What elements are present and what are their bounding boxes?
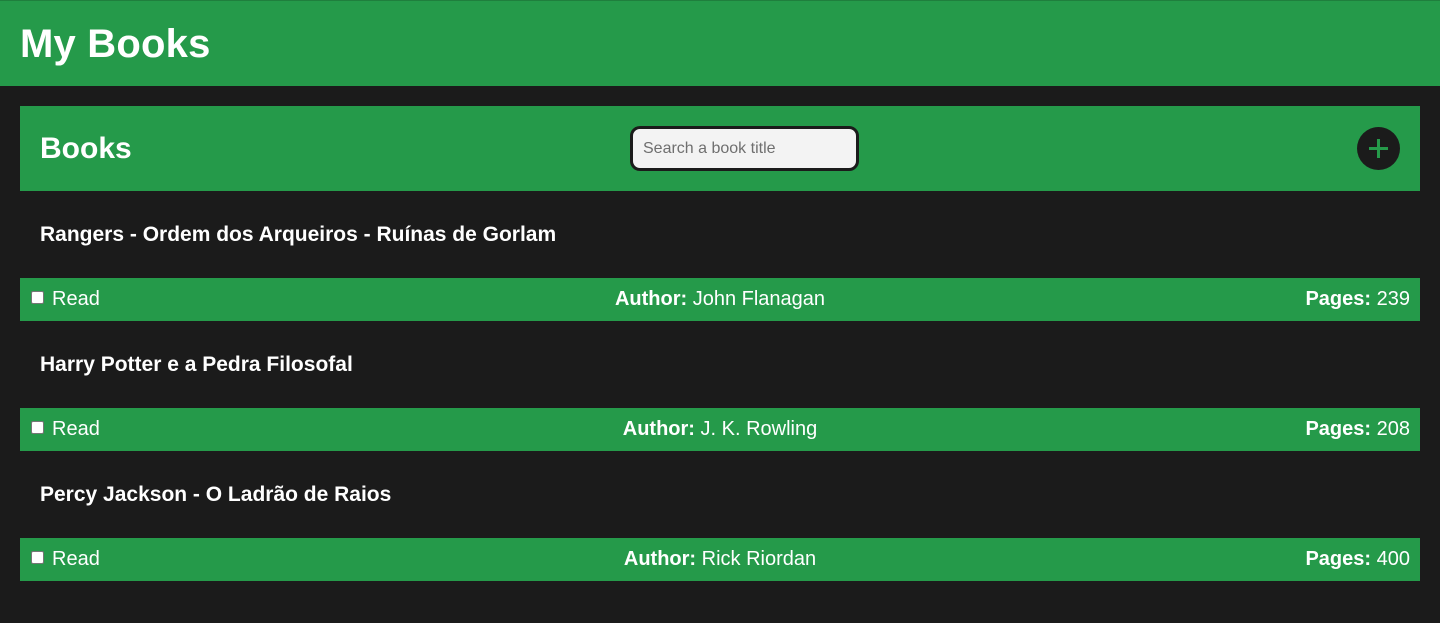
book-author: Author: J. K. Rowling <box>20 418 1420 441</box>
pages-label: Pages: <box>1305 418 1372 440</box>
books-heading: Books <box>40 131 132 165</box>
book-pages: Pages: 208 <box>1305 418 1410 441</box>
author-value: J. K. Rowling <box>700 418 818 440</box>
read-label: Read <box>52 548 100 570</box>
author-value: John Flanagan <box>692 288 826 310</box>
book-title: Rangers - Ordem dos Arqueiros - Ruínas d… <box>40 222 557 246</box>
pages-value: 208 <box>1376 418 1410 440</box>
book-item: Harry Potter e a Pedra Filosofal Read Au… <box>20 321 1420 451</box>
main-content: Books Rangers - Ordem dos Arqueiros - Ru… <box>0 86 1440 581</box>
book-details-bar: Read Author: John Flanagan Pages: 239 <box>20 278 1420 321</box>
read-toggle[interactable]: Read <box>31 288 100 311</box>
book-item: Rangers - Ordem dos Arqueiros - Ruínas d… <box>20 191 1420 321</box>
book-pages: Pages: 400 <box>1305 548 1410 571</box>
book-details-bar: Read Author: J. K. Rowling Pages: 208 <box>20 408 1420 451</box>
read-label: Read <box>52 288 100 310</box>
app-header: My Books <box>0 0 1440 86</box>
app-title: My Books <box>20 21 211 66</box>
pages-value: 239 <box>1376 288 1410 310</box>
author-value: Rick Riordan <box>701 548 817 570</box>
book-pages: Pages: 239 <box>1305 288 1410 311</box>
author-label: Author: <box>622 418 695 440</box>
books-toolbar: Books <box>20 106 1420 191</box>
book-item: Percy Jackson - O Ladrão de Raios Read A… <box>20 451 1420 581</box>
book-title: Harry Potter e a Pedra Filosofal <box>40 352 353 376</box>
pages-label: Pages: <box>1305 288 1372 310</box>
read-checkbox[interactable] <box>31 291 44 304</box>
search-input[interactable] <box>633 129 856 168</box>
book-author: Author: John Flanagan <box>20 288 1420 311</box>
read-label: Read <box>52 418 100 440</box>
book-author: Author: Rick Riordan <box>20 548 1420 571</box>
book-list: Rangers - Ordem dos Arqueiros - Ruínas d… <box>20 191 1420 581</box>
author-label: Author: <box>614 288 688 310</box>
book-details-bar: Read Author: Rick Riordan Pages: 400 <box>20 538 1420 581</box>
add-book-button[interactable] <box>1357 127 1400 170</box>
book-title: Percy Jackson - O Ladrão de Raios <box>40 482 392 506</box>
read-toggle[interactable]: Read <box>31 548 100 571</box>
plus-icon <box>1369 139 1388 158</box>
pages-label: Pages: <box>1305 548 1372 570</box>
read-checkbox[interactable] <box>31 551 44 564</box>
search-box <box>630 126 859 171</box>
author-label: Author: <box>623 548 697 570</box>
read-checkbox[interactable] <box>31 421 44 434</box>
read-toggle[interactable]: Read <box>31 418 100 441</box>
pages-value: 400 <box>1376 548 1410 570</box>
